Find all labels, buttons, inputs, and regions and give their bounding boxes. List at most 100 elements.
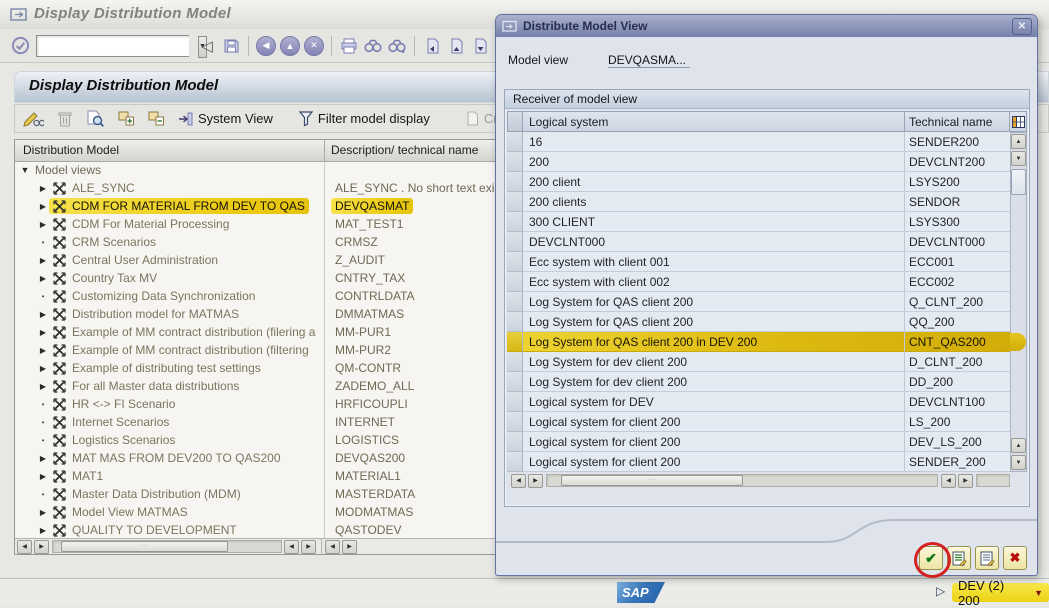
scroll-track[interactable]: ··· [546, 474, 938, 487]
expand-arrow-icon[interactable]: ▶ [37, 220, 49, 229]
receiver-row[interactable]: Log System for QAS client 200 Q_CLNT_200 [507, 292, 1010, 312]
row-select-button[interactable] [507, 132, 523, 152]
scroll-right-icon[interactable]: ▶ [528, 473, 543, 488]
row-select-button[interactable] [507, 212, 523, 232]
expand-arrow-icon[interactable]: ▶ [37, 346, 49, 355]
dialog-close-icon[interactable]: ✕ [1012, 18, 1032, 35]
copy-list-button[interactable] [975, 546, 999, 570]
row-select-button[interactable] [507, 272, 523, 292]
select-all-header[interactable] [507, 111, 523, 132]
tree-row[interactable]: ▶ ALE_SYNC ALE_SYNC . No short text exi [15, 179, 496, 197]
receiver-row[interactable]: Logical system for client 200 DEV_LS_200 [507, 432, 1010, 452]
scroll-track[interactable]: ··· [52, 540, 282, 553]
scroll-right-icon[interactable]: ▶ [301, 539, 316, 554]
save-icon[interactable] [219, 34, 243, 57]
scroll-left-icon[interactable]: ◀ [17, 539, 32, 554]
scroll-up-icon[interactable]: ▲ [1011, 438, 1026, 453]
scroll-thumb[interactable]: ··· [561, 475, 743, 486]
tree-row[interactable]: ▶ Country Tax MV CNTRY_TAX [15, 269, 496, 287]
tree-row[interactable]: ▶ Model View MATMAS MODMATMAS [15, 503, 496, 521]
receiver-row[interactable]: Log System for dev client 200 DD_200 [507, 372, 1010, 392]
receiver-row[interactable]: Logical system for client 200 SENDER_200 [507, 452, 1010, 472]
row-select-button[interactable] [507, 352, 523, 372]
system-dropdown-icon[interactable]: ▼ [1034, 588, 1043, 598]
tree-row[interactable]: ▶ Distribution model for MATMAS DMMATMAS [15, 305, 496, 323]
previous-page-icon[interactable] [444, 34, 468, 57]
tree-row[interactable]: ▶ QUALITY TO DEVELOPMENT QASTODEV [15, 521, 496, 539]
cancel-nav-icon[interactable]: ✕ [302, 34, 326, 57]
expand-arrow-icon[interactable]: ▶ [37, 274, 49, 283]
scroll-right-icon[interactable]: ▶ [34, 539, 49, 554]
scroll-up-icon[interactable]: ▲ [1011, 134, 1026, 149]
expand-all-icon[interactable] [118, 111, 134, 126]
tree-row[interactable]: ▶ Example of distributing test settings QM… [15, 359, 496, 377]
row-select-button[interactable] [507, 252, 523, 272]
exit-up-icon[interactable]: ▲ [278, 34, 302, 57]
expand-arrow-icon[interactable]: ▶ [37, 508, 49, 517]
scroll-track[interactable] [976, 474, 1010, 487]
tree-row[interactable]: ▶ For all Master data distributions ZADEMO… [15, 377, 496, 395]
command-field[interactable]: ▼ [36, 34, 207, 58]
expand-arrow-icon[interactable]: ▶ [37, 526, 49, 535]
receiver-row[interactable]: Ecc system with client 001 ECC001 [507, 252, 1010, 272]
scroll-down-icon[interactable]: ▼ [1011, 455, 1026, 470]
scroll-left-icon[interactable]: ◀ [284, 539, 299, 554]
scroll-left-icon[interactable]: ◀ [511, 473, 526, 488]
tree-row[interactable]: • CRM Scenarios CRMSZ [15, 233, 496, 251]
print-icon[interactable] [337, 34, 361, 57]
system-view-button[interactable]: System View [178, 111, 273, 126]
command-input[interactable] [37, 35, 198, 56]
scroll-left-icon[interactable]: ◀ [941, 473, 956, 488]
expand-arrow-icon[interactable]: ▶ [37, 202, 49, 211]
receiver-row[interactable]: Log System for dev client 200 D_CLNT_200 [507, 352, 1010, 372]
back-icon[interactable]: ◁ [195, 34, 219, 57]
receiver-row[interactable]: 200 DEVCLNT200 [507, 152, 1010, 172]
row-select-button[interactable] [507, 392, 523, 412]
enter-icon[interactable] [8, 34, 32, 57]
receiver-row[interactable]: Ecc system with client 002 ECC002 [507, 272, 1010, 292]
scroll-left-icon[interactable]: ◀ [325, 539, 340, 554]
scroll-right-icon[interactable]: ▶ [958, 473, 973, 488]
tree-row[interactable]: • Customizing Data Synchronization CONTRLD… [15, 287, 496, 305]
receiver-row[interactable]: 16 SENDER200 [507, 132, 1010, 152]
tree-row[interactable]: ▶ Example of MM contract distribution (fi… [15, 323, 496, 341]
scroll-right-icon[interactable]: ▶ [342, 539, 357, 554]
receiver-row[interactable]: DEVCLNT000 DEVCLNT000 [507, 232, 1010, 252]
receiver-row[interactable]: Logical system for DEV DEVCLNT100 [507, 392, 1010, 412]
row-select-button[interactable] [507, 312, 523, 332]
row-select-button[interactable] [507, 232, 523, 252]
next-page-icon[interactable] [468, 34, 492, 57]
expand-arrow-icon[interactable]: ▶ [37, 382, 49, 391]
expand-arrow-icon[interactable]: ▶ [37, 472, 49, 481]
tree-row[interactable]: ▶ Example of MM contract distribution (fi… [15, 341, 496, 359]
display-change-button[interactable] [23, 111, 44, 127]
tree-row[interactable]: • HR <-> FI Scenario HRFICOUPLI [15, 395, 496, 413]
find-next-icon[interactable] [385, 34, 409, 57]
row-select-button[interactable] [507, 412, 523, 432]
tree-row[interactable]: ▶ MAT MAS FROM DEV200 TO QAS200 DEVQAS200 [15, 449, 496, 467]
tree-row[interactable]: • Master Data Distribution (MDM) MASTERDAT… [15, 485, 496, 503]
tree-row[interactable]: • Internet Scenarios INTERNET [15, 413, 496, 431]
expand-arrow-icon[interactable]: ▶ [37, 364, 49, 373]
collapse-arrow-icon[interactable]: ▼ [19, 165, 31, 175]
expand-arrow-icon[interactable]: ▶ [37, 184, 49, 193]
receiver-row[interactable]: Log System for QAS client 200 in DEV 200… [507, 332, 1026, 352]
cancel-button[interactable]: ✖ [1003, 546, 1027, 570]
tree-root-row[interactable]: ▼ Model views [15, 161, 496, 179]
receiver-row[interactable]: 300 CLIENT LSYS300 [507, 212, 1010, 232]
row-select-button[interactable] [507, 152, 523, 172]
receiver-row[interactable]: 200 clients SENDOR [507, 192, 1010, 212]
expand-arrow-icon[interactable]: ▶ [37, 256, 49, 265]
search-button[interactable] [86, 110, 104, 127]
table-settings-icon[interactable] [1010, 111, 1027, 132]
first-page-icon[interactable] [420, 34, 444, 57]
tree-row[interactable]: ▶ CDM FOR MATERIAL FROM DEV TO QAS DEVQASM… [15, 197, 496, 215]
technical-name-header[interactable]: Technical name [905, 111, 1010, 132]
scroll-thumb[interactable] [1011, 169, 1026, 195]
row-select-button[interactable] [507, 452, 523, 472]
filter-model-display-button[interactable]: Filter model display [298, 111, 430, 126]
expand-arrow-icon[interactable]: ▶ [37, 454, 49, 463]
receiver-row[interactable]: Log System for QAS client 200 QQ_200 [507, 312, 1010, 332]
expand-arrow-icon[interactable]: ▶ [37, 310, 49, 319]
expand-arrow-icon[interactable]: ▶ [37, 328, 49, 337]
